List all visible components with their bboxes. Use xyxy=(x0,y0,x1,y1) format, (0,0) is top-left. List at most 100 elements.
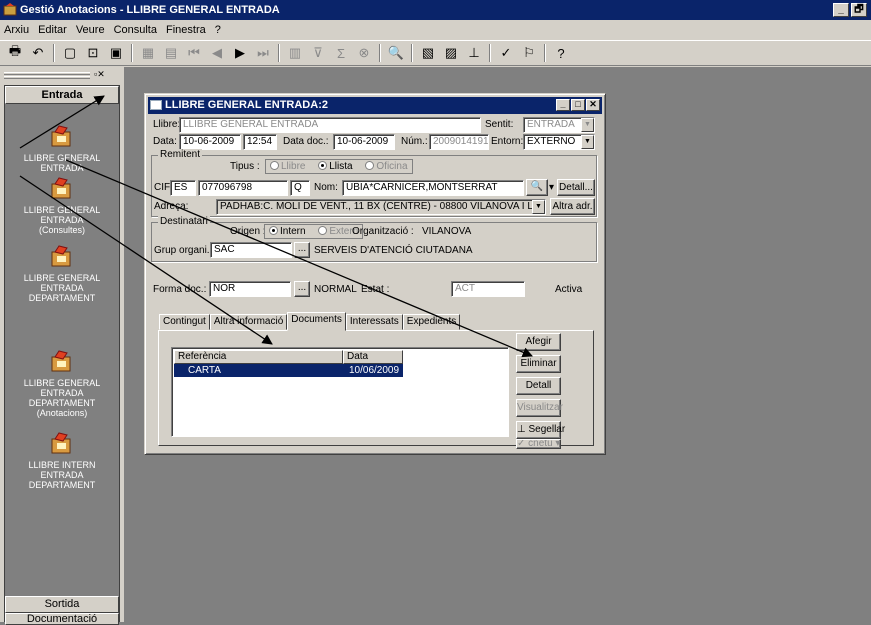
grup-organi-lookup-button[interactable]: ... xyxy=(294,242,310,258)
documents-grid[interactable]: Referència Data CARTA 10/06/2009 xyxy=(171,347,509,437)
sidebar-item-llibre-general-entrada-departament-anotacions[interactable]: LLIBRE GENERAL ENTRADA DEPARTAMENT (Anot… xyxy=(5,349,119,418)
filter-sum-icon[interactable]: Σ xyxy=(331,43,351,63)
minimize-button[interactable]: _ xyxy=(833,3,849,17)
detall-document-button[interactable]: Detall xyxy=(516,377,561,395)
first-record-icon[interactable]: ⏮ xyxy=(184,43,204,63)
last-record-icon[interactable]: ⏭ xyxy=(253,43,273,63)
sentit-combo[interactable]: ENTRADA ▼ xyxy=(523,117,595,133)
panel-grip[interactable] xyxy=(4,72,90,75)
menu-arxiu[interactable]: Arxiu xyxy=(4,24,29,36)
grup-organi-code-field[interactable]: SAC xyxy=(210,242,292,258)
data-field[interactable]: 10-06-2009 xyxy=(179,134,241,150)
estat-field[interactable]: ACT xyxy=(451,281,525,297)
restore-button[interactable]: 🗗 xyxy=(851,3,867,17)
llibre-field[interactable]: LLIBRE GENERAL ENTRADA xyxy=(179,117,481,133)
origen-radio-group: Intern Extern xyxy=(264,224,364,239)
grid-header-data[interactable]: Data xyxy=(343,350,403,364)
save-icon[interactable]: ▣ xyxy=(106,43,126,63)
forma-doc-name: NORMAL xyxy=(314,284,357,295)
chevron-down-icon[interactable]: ▾ xyxy=(549,182,554,193)
new-icon[interactable]: ▢ xyxy=(60,43,80,63)
menu-editar[interactable]: Editar xyxy=(38,24,67,36)
table-row[interactable]: CARTA 10/06/2009 xyxy=(174,364,403,377)
preview-icon[interactable]: ⊡ xyxy=(83,43,103,63)
nom-field[interactable]: UBIA*CARNICER,MONTSERRAT xyxy=(342,180,524,196)
hora-field[interactable]: 12:54 xyxy=(243,134,277,150)
sidebar-item-llibre-general-entrada-departament[interactable]: LLIBRE GENERAL ENTRADA DEPARTAMENT xyxy=(5,244,119,303)
filter-icon[interactable]: ⊽ xyxy=(308,43,328,63)
sidebar-section-sortida[interactable]: Sortida xyxy=(5,596,119,613)
altra-adreca-button[interactable]: Altra adr. xyxy=(550,198,595,215)
menu-veure[interactable]: Veure xyxy=(76,24,105,36)
prev-record-icon[interactable]: ◀ xyxy=(207,43,227,63)
filter-clear-icon[interactable]: ⊗ xyxy=(354,43,374,63)
cnetu-button[interactable]: ✓ cnetu ▾ xyxy=(516,439,561,449)
sign-icon: ✓ xyxy=(517,439,529,449)
sidebar-header-entrada[interactable]: Entrada xyxy=(5,86,119,104)
menu-consulta[interactable]: Consulta xyxy=(114,24,157,36)
help-icon[interactable]: ? xyxy=(551,43,571,63)
window-close-button[interactable]: ✕ xyxy=(586,99,600,111)
grid-header-referencia[interactable]: Referència xyxy=(174,350,343,364)
panel-grip[interactable] xyxy=(4,76,90,79)
origen-intern-radio[interactable] xyxy=(269,226,278,235)
next-record-icon[interactable]: ▶ xyxy=(230,43,250,63)
forma-doc-lookup-button[interactable]: ... xyxy=(294,281,310,297)
printer-icon[interactable]: 🖶 xyxy=(5,43,25,63)
undo-icon[interactable]: ↶ xyxy=(28,43,48,63)
sentit-label: Sentit: xyxy=(485,119,514,130)
chevron-down-icon[interactable]: ▼ xyxy=(581,135,594,149)
form-icon[interactable]: ▥ xyxy=(285,43,305,63)
menu-help[interactable]: ? xyxy=(215,24,221,36)
window-titlebar[interactable]: LLIBRE GENERAL ENTRADA:2 _ □ ✕ xyxy=(148,97,602,114)
panel-close-icon[interactable]: ▫✕ xyxy=(94,69,105,80)
origen-label: Origen : xyxy=(230,226,266,237)
cif-letter-field[interactable]: Q xyxy=(290,180,310,196)
search-icon[interactable]: 🔍 xyxy=(386,43,406,63)
cif-number-field[interactable]: 077096798 xyxy=(198,180,288,196)
origen-extern-radio[interactable] xyxy=(318,226,328,235)
sidebar-item-llibre-general-entrada[interactable]: LLIBRE GENERAL ENTRADA xyxy=(5,124,119,173)
cif-country-field[interactable]: ES xyxy=(170,180,196,196)
tab-interessats[interactable]: Interessats xyxy=(345,314,403,330)
sign-icon[interactable]: ✓ xyxy=(496,43,516,63)
app-titlebar[interactable]: Gestió Anotacions - LLIBRE GENERAL ENTRA… xyxy=(0,0,871,20)
segellar-button[interactable]: ⊥ Segellar xyxy=(516,421,565,439)
tipus-llista-radio[interactable] xyxy=(318,161,328,170)
sidebar-section-documentacio[interactable]: Documentació xyxy=(5,613,119,625)
grid-icon[interactable]: ▦ xyxy=(138,43,158,63)
afegir-button[interactable]: Afegir xyxy=(516,333,561,351)
list-icon[interactable]: ▤ xyxy=(161,43,181,63)
forma-doc-code-field[interactable]: NOR xyxy=(209,281,291,297)
menu-finestra[interactable]: Finestra xyxy=(166,24,206,36)
window-minimize-button[interactable]: _ xyxy=(556,99,570,111)
window-maximize-button[interactable]: □ xyxy=(571,99,585,111)
estat-description: Activa xyxy=(555,284,583,295)
lookup-icon[interactable]: ▧ xyxy=(418,43,438,63)
adreca-combo[interactable]: PADHAB:C. MOLI DE VENT., 11 BX (CENTRE) … xyxy=(216,199,546,215)
register-book-icon xyxy=(51,177,71,199)
attach-icon[interactable]: ▨ xyxy=(441,43,461,63)
chevron-down-icon[interactable]: ▼ xyxy=(581,118,594,132)
eliminar-button[interactable]: Eliminar xyxy=(516,355,561,373)
detall-remitent-button[interactable]: Detall... xyxy=(557,179,595,196)
tab-contingut[interactable]: Contingut xyxy=(159,314,210,330)
stamp-icon[interactable]: ⊥ xyxy=(464,43,484,63)
stats-icon[interactable]: ⚐ xyxy=(519,43,539,63)
app-title: Gestió Anotacions - LLIBRE GENERAL ENTRA… xyxy=(20,4,280,16)
num-field[interactable]: 2009014191 xyxy=(429,134,489,150)
tab-altra-informacio[interactable]: Altra informació xyxy=(209,314,288,330)
datadoc-field[interactable]: 10-06-2009 xyxy=(333,134,395,150)
tab-documents[interactable]: Documents xyxy=(287,312,346,331)
chevron-down-icon[interactable]: ▼ xyxy=(532,200,545,214)
tipus-radio-group: Llibre Llista Oficina xyxy=(265,159,413,174)
sidebar-item-llibre-general-entrada-consultes[interactable]: LLIBRE GENERAL ENTRADA (Consultes) xyxy=(5,176,119,235)
visualitzar-button[interactable]: Visualitzar xyxy=(516,399,563,417)
datadoc-label: Data doc.: xyxy=(283,136,329,147)
tipus-oficina-radio[interactable] xyxy=(365,161,375,170)
entorn-combo[interactable]: EXTERNO ▼ xyxy=(523,134,595,150)
sidebar-item-llibre-intern-entrada-departament[interactable]: LLIBRE INTERN ENTRADA DEPARTAMENT xyxy=(5,431,119,490)
search-person-button[interactable]: 🔍 xyxy=(526,179,548,196)
tab-expedients[interactable]: Expedients xyxy=(402,314,461,330)
tipus-llibre-radio[interactable] xyxy=(270,161,279,170)
